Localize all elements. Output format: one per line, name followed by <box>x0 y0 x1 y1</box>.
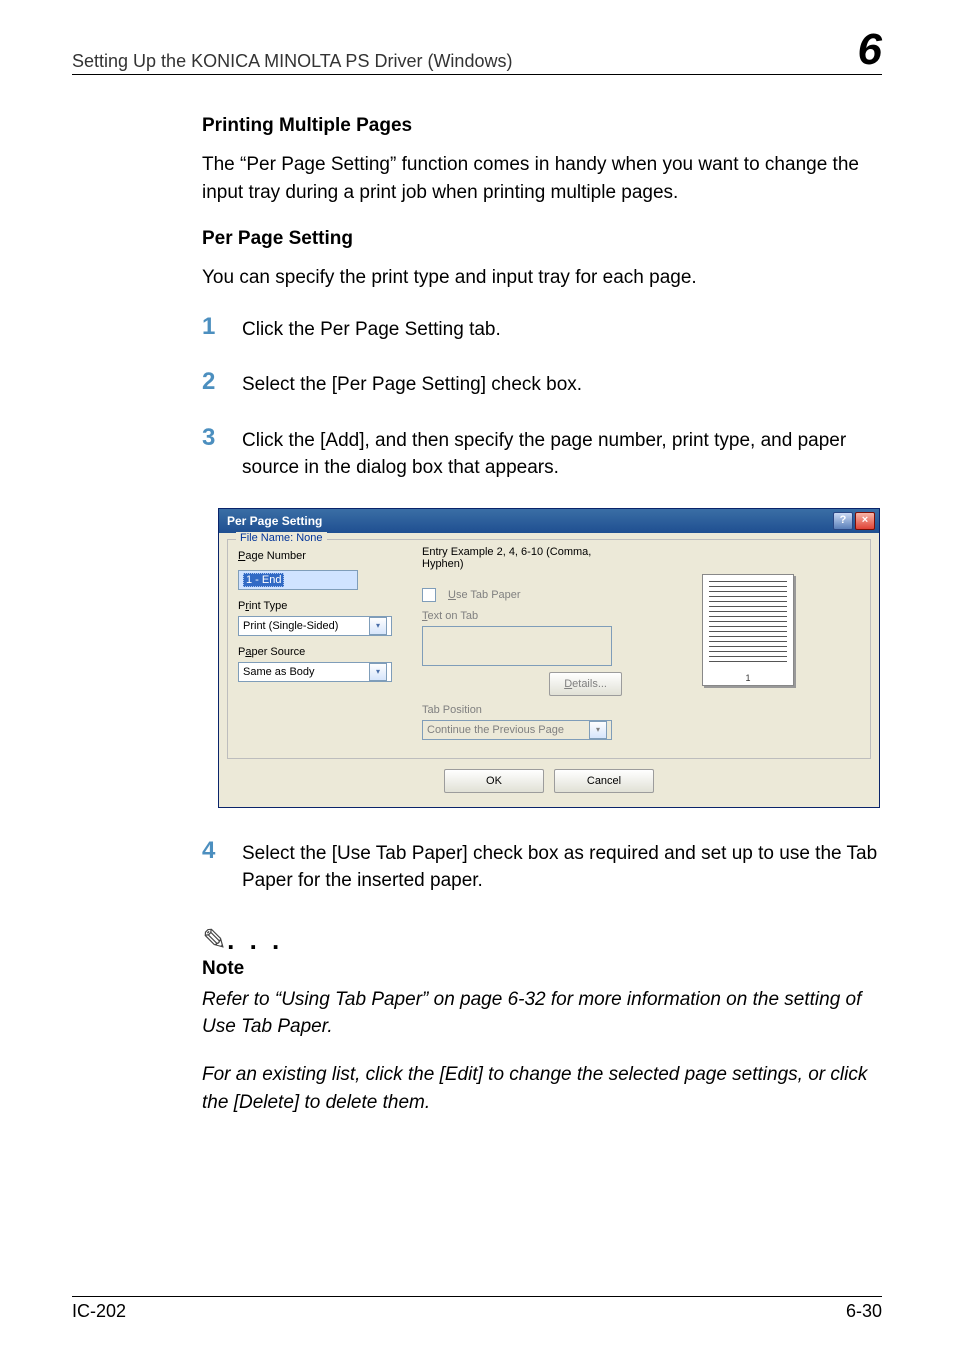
step-number-1: 1 <box>202 314 242 340</box>
chevron-down-icon: ▾ <box>589 721 607 739</box>
print-type-label: Print Type <box>238 600 408 612</box>
section-multiple-pages-heading: Printing Multiple Pages <box>202 115 882 137</box>
text-on-tab-label: Text on Tab <box>422 610 622 622</box>
cancel-button[interactable]: Cancel <box>554 769 654 793</box>
page-header-chapter: 6 <box>858 28 882 72</box>
paper-source-select[interactable]: Same as Body ▾ <box>238 662 392 682</box>
per-page-setting-dialog: Per Page Setting ? × File Name: None Pag… <box>218 508 880 808</box>
step-number-3: 3 <box>202 425 242 451</box>
note-paragraph-1: Refer to “Using Tab Paper” on page 6-32 … <box>202 986 882 1041</box>
use-tab-paper-checkbox[interactable]: Use Tab Paper <box>422 588 622 602</box>
section-per-page-text: You can specify the print type and input… <box>202 264 882 292</box>
step-number-4: 4 <box>202 838 242 864</box>
tab-position-select: Continue the Previous Page ▾ <box>422 720 612 740</box>
print-type-select[interactable]: Print (Single-Sided) ▾ <box>238 616 392 636</box>
file-name-label: File Name: None <box>236 532 327 544</box>
note-dots-icon: . . . <box>227 925 283 955</box>
checkbox-icon <box>422 588 436 602</box>
page-number-label: Page Number <box>238 550 408 562</box>
footer-left: IC-202 <box>72 1301 126 1322</box>
step-text-3: Click the [Add], and then specify the pa… <box>242 425 882 482</box>
dialog-help-button[interactable]: ? <box>833 512 853 530</box>
paper-source-label: Paper Source <box>238 646 408 658</box>
chevron-down-icon: ▾ <box>369 617 387 635</box>
step-number-2: 2 <box>202 369 242 395</box>
section-multiple-pages-text: The “Per Page Setting” function comes in… <box>202 151 882 206</box>
tab-position-label: Tab Position <box>422 704 622 716</box>
entry-example: Entry Example 2, 4, 6-10 (Comma, Hyphen) <box>422 546 622 570</box>
step-text-2: Select the [Per Page Setting] check box. <box>242 369 582 399</box>
note-pencil-icon: ✎ <box>202 924 227 957</box>
page-header-title: Setting Up the KONICA MINOLTA PS Driver … <box>72 51 512 72</box>
note-paragraph-2: For an existing list, click the [Edit] t… <box>202 1061 882 1116</box>
note-heading: Note <box>202 958 882 980</box>
page-preview-thumbnail <box>702 574 794 686</box>
ok-button[interactable]: OK <box>444 769 544 793</box>
section-per-page-heading: Per Page Setting <box>202 228 882 250</box>
dialog-close-button[interactable]: × <box>855 512 875 530</box>
chevron-down-icon: ▾ <box>369 663 387 681</box>
page-number-input[interactable]: 1 - End <box>238 570 358 590</box>
step-text-4: Select the [Use Tab Paper] check box as … <box>242 838 882 895</box>
text-on-tab-input <box>422 626 612 666</box>
details-button: Details... <box>549 672 622 696</box>
dialog-title: Per Page Setting <box>227 514 322 528</box>
footer-right: 6-30 <box>846 1301 882 1322</box>
step-text-1: Click the Per Page Setting tab. <box>242 314 501 344</box>
